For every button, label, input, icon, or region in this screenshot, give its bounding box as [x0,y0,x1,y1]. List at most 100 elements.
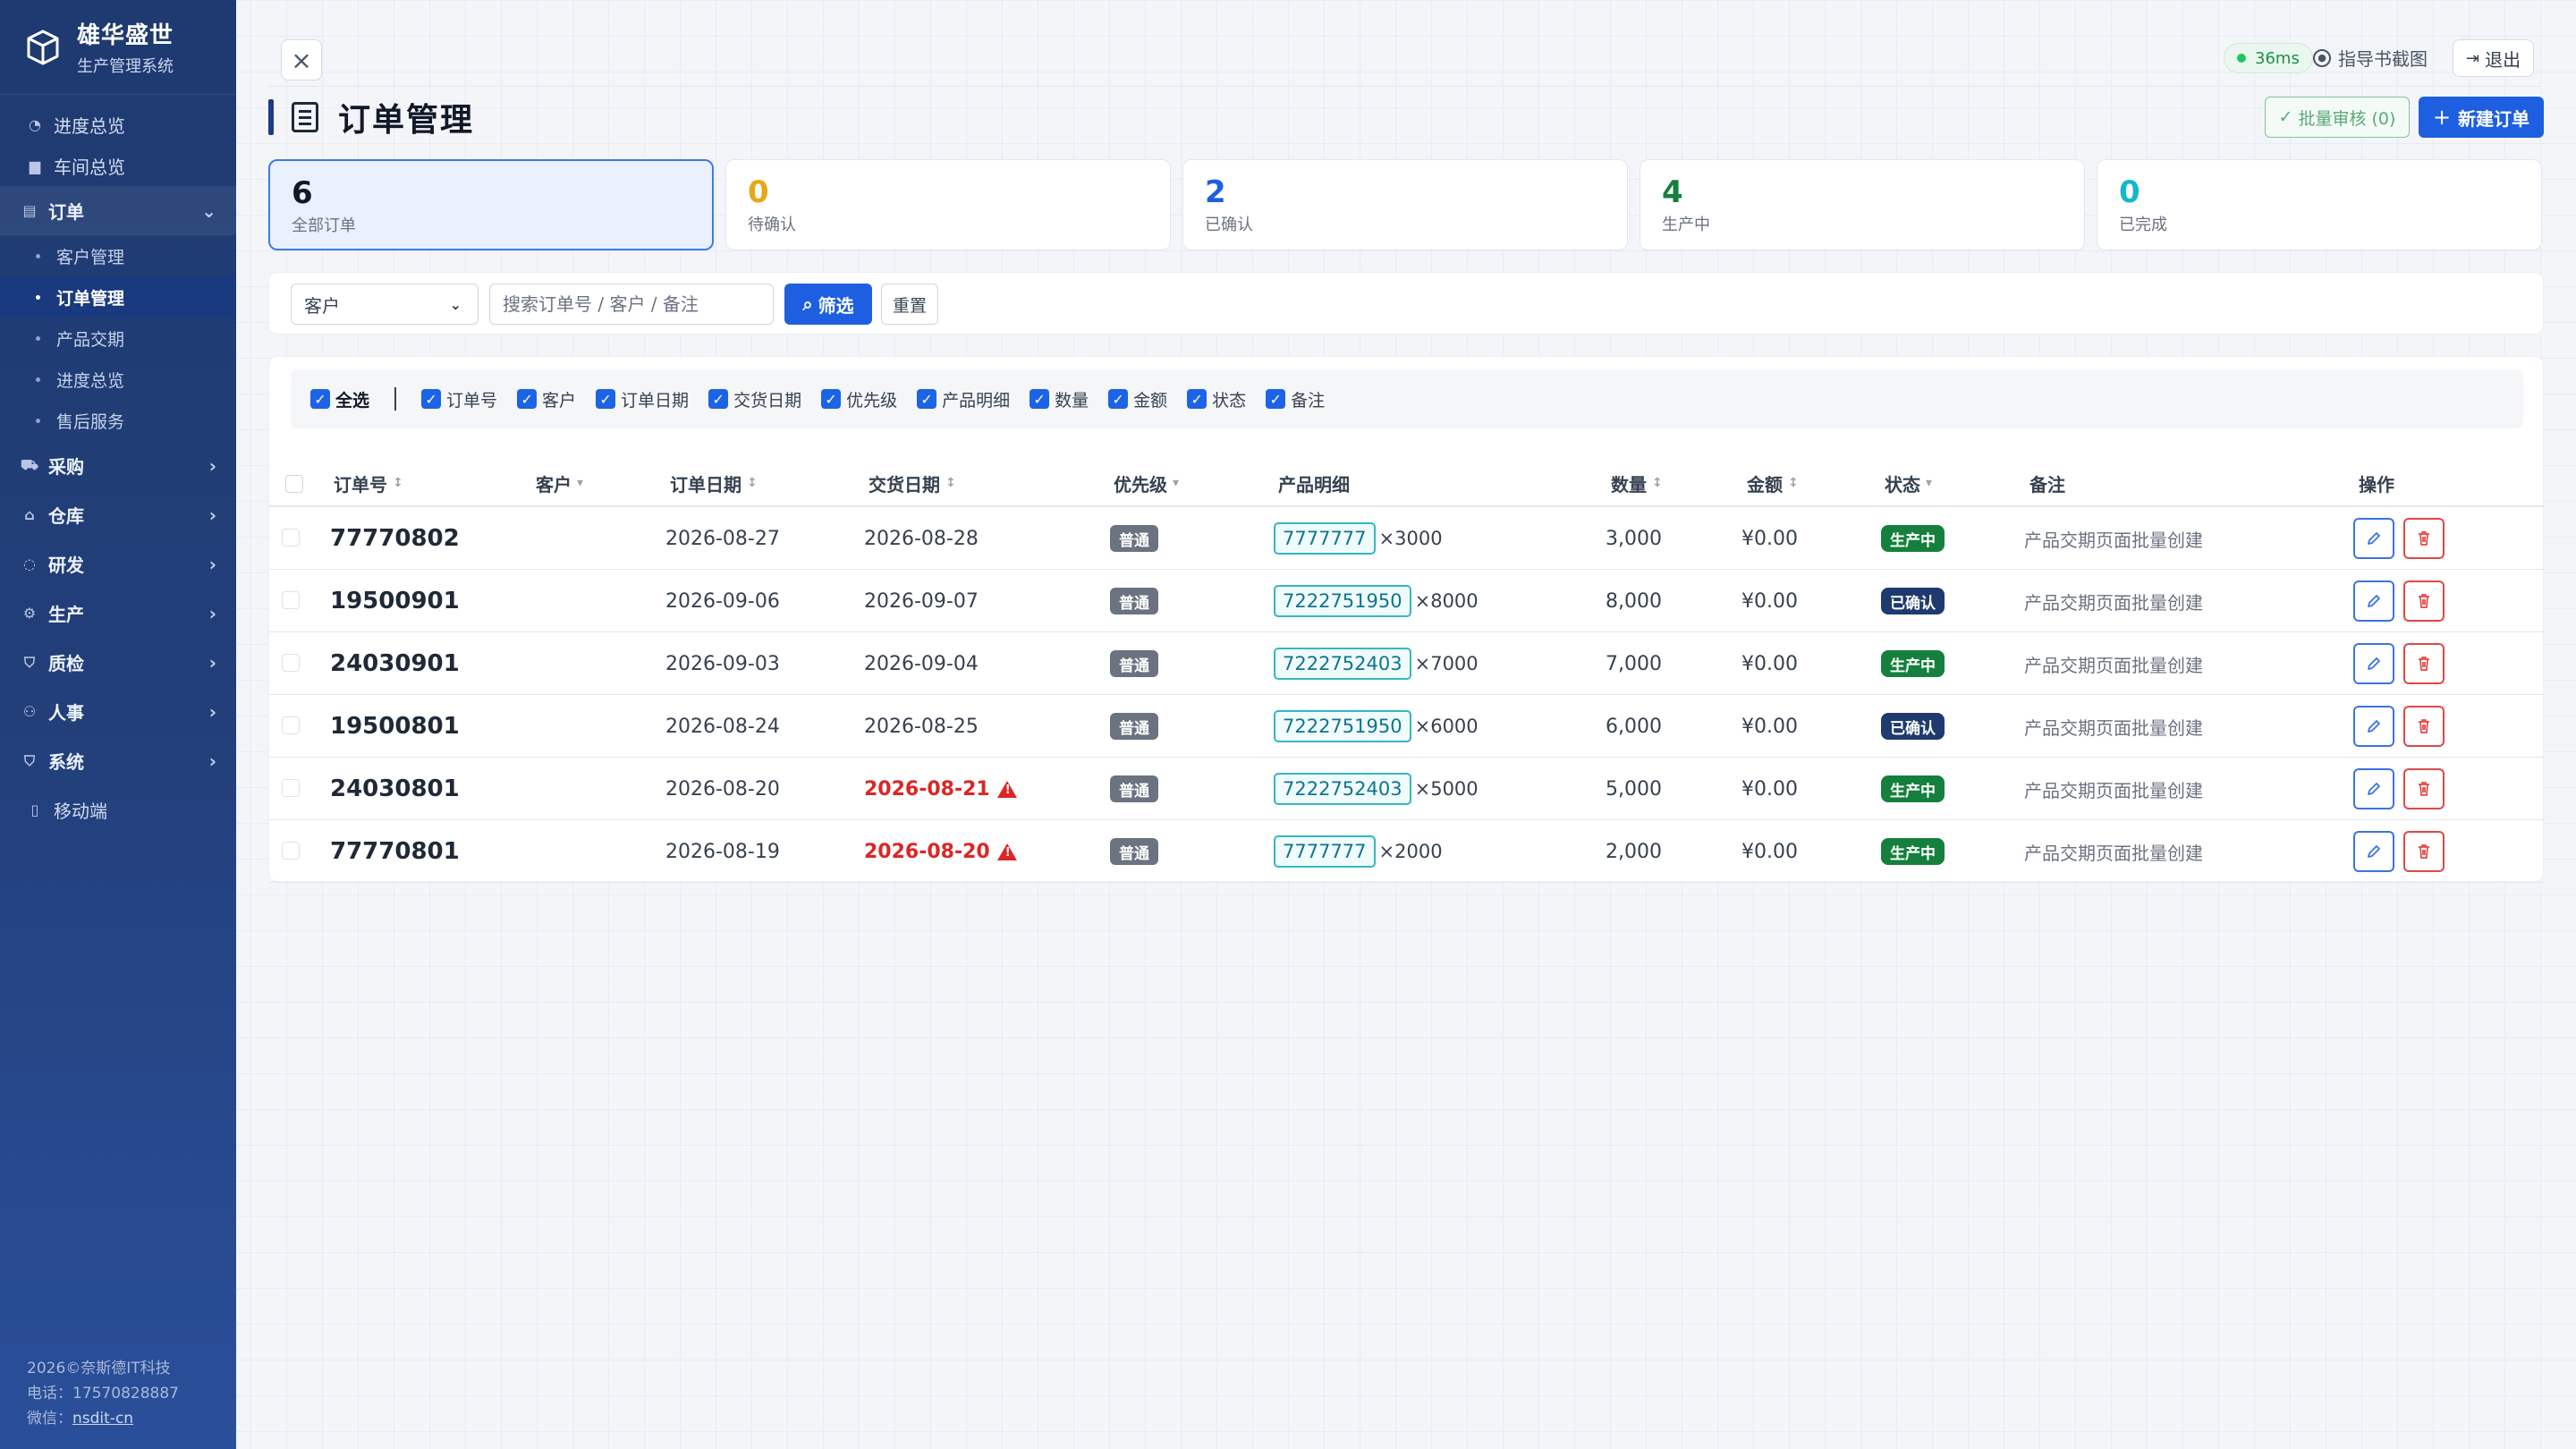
order-table-card: ✓ 全选 ✓ 订单号 ✓ 客户 ✓ 订单日期 ✓ 交货日期 ✓ 优先级 ✓ 产品明细 ✓ 数量 ✓ 金额 ✓ 状态 ✓ 备… [268,356,2545,883]
sidebar-group-qc[interactable]: ⛉ 质检 › [0,638,236,687]
order-number[interactable]: 19500801 [330,695,460,758]
sidebar-group-hr[interactable]: ⚇ 人事 › [0,687,236,736]
column-toggle-checkbox[interactable]: ✓ 备注 [1266,387,1325,411]
priority-cell: 普通 [1110,695,1158,758]
delete-button[interactable] [2403,768,2445,809]
table-row[interactable]: 24030901 2026-09-03 2026-09-04 普通 7222752403… [269,632,2545,695]
sidebar-item-order-management[interactable]: 订单管理 [0,276,236,318]
order-number[interactable]: 24030901 [330,632,460,695]
row-checkbox[interactable] [282,842,300,860]
column-toggle-checkbox[interactable]: ✓ 订单号 [421,387,497,411]
list-icon: ▤ [22,202,37,219]
column-toggle-checkbox[interactable]: ✓ 优先级 [821,387,897,411]
edit-button[interactable] [2353,643,2394,684]
header-priority[interactable]: 优先级 ▾ [1114,461,1179,505]
stat-card[interactable]: 4 生产中 [1640,159,2085,250]
guide-link[interactable]: ● 指导书截图 [2313,45,2428,71]
delete-button[interactable] [2403,580,2445,622]
select-all-columns-checkbox[interactable]: ✓ 全选 [310,387,369,411]
edit-button[interactable] [2353,831,2394,872]
close-button[interactable]: × [281,39,322,80]
product-code-tag[interactable]: 7222752403 [1274,648,1411,680]
row-checkbox[interactable] [282,779,300,797]
sidebar-group-production[interactable]: ⚙ 生产 › [0,589,236,638]
sidebar-item-delivery[interactable]: 产品交期 [0,318,236,359]
edit-button[interactable] [2353,768,2394,809]
filter-button[interactable]: ⌕ 筛选 [784,284,872,325]
product-code-tag[interactable]: 7222751950 [1274,710,1411,742]
sidebar-group-rnd[interactable]: ◌ 研发 › [0,539,236,589]
product-code-tag[interactable]: 7222752403 [1274,773,1411,805]
status-cell: 生产中 [1881,758,1945,820]
sidebar-group-purchase[interactable]: ⛟ 采购 › [0,441,236,490]
warning-icon: ! [996,780,1017,798]
edit-button[interactable] [2353,580,2394,622]
stat-card[interactable]: 6 全部订单 [268,159,714,250]
column-toggle-checkbox[interactable]: ✓ 订单日期 [596,387,689,411]
table-row[interactable]: 77770802 2026-08-27 2026-08-28 普通 7777777 ×30… [269,507,2545,570]
sidebar-group-system[interactable]: ⛉ 系统 › [0,736,236,785]
sidebar-item-mobile[interactable]: ▯ 移动端 [0,789,236,830]
amount: ¥0.00 [1741,840,1798,863]
stat-card[interactable]: 0 待确认 [725,159,1171,250]
row-checkbox[interactable] [282,591,300,609]
product-code-tag[interactable]: 7222751950 [1274,585,1411,617]
logout-button[interactable]: ⇥ 退出 [2453,39,2535,77]
table-row[interactable]: 19500801 2026-08-24 2026-08-25 普通 7222751950… [269,695,2545,758]
order-number[interactable]: 24030801 [330,758,460,820]
table-row[interactable]: 19500901 2026-09-06 2026-09-07 普通 7222751950… [269,570,2545,632]
header-customer[interactable]: 客户 ▾ [536,461,583,505]
sidebar-group-orders[interactable]: ▤ 订单 ⌄ [0,186,236,235]
column-toggle-checkbox[interactable]: ✓ 客户 [517,387,576,411]
status-badge: 已确认 [1881,713,1945,740]
row-checkbox[interactable] [282,654,300,672]
product-multiplier: ×5000 [1414,778,1479,800]
sidebar-item-progress-sub[interactable]: 进度总览 [0,359,236,400]
sidebar-item-workshop[interactable]: ▆ 车间总览 [0,145,236,186]
new-order-button[interactable]: + 新建订单 [2419,97,2544,138]
select-all-rows-checkbox[interactable] [285,475,303,493]
sidebar-item-progress[interactable]: ◔ 进度总览 [0,104,236,145]
edit-button[interactable] [2353,706,2394,747]
checkmark-icon: ✓ [596,389,616,409]
header-qty[interactable]: 数量 ↕ [1611,461,1663,505]
table-row[interactable]: 24030801 2026-08-20 2026-08-21! 普通 722275240… [269,758,2545,820]
checkmark-icon: ✓ [517,389,538,409]
header-order-date[interactable]: 订单日期 ↕ [670,461,758,505]
sidebar-group-label: 仓库 [48,505,84,527]
sidebar-item-aftersales[interactable]: 售后服务 [0,400,236,441]
wechat-link[interactable]: nsdit-cn [72,1410,133,1428]
field-select[interactable]: 客户 ⌄ [291,284,479,325]
table-row[interactable]: 77770801 2026-08-19 2026-08-20! 普通 7777777 ×2… [269,820,2545,883]
header-status[interactable]: 状态 ▾ [1885,461,1932,505]
order-number[interactable]: 77770801 [330,820,460,883]
reset-button[interactable]: 重置 [881,284,938,325]
delete-button[interactable] [2403,831,2445,872]
product-code-tag[interactable]: 7777777 [1274,522,1376,555]
delete-button[interactable] [2403,706,2445,747]
remark: 产品交期页面批量创建 [2024,842,2203,864]
stat-card[interactable]: 0 已完成 [2097,159,2542,250]
row-checkbox[interactable] [282,716,300,734]
sidebar-item-customers[interactable]: 客户管理 [0,235,236,276]
sidebar-group-label: 质检 [48,653,84,674]
header-order-no[interactable]: 订单号 ↕ [334,461,403,505]
stat-card[interactable]: 2 已确认 [1182,159,1628,250]
order-number[interactable]: 19500901 [330,570,460,632]
product-code-tag[interactable]: 7777777 [1274,835,1376,868]
header-delivery-date[interactable]: 交货日期 ↕ [869,461,956,505]
search-input[interactable] [489,284,774,325]
column-toggle-checkbox[interactable]: ✓ 数量 [1030,387,1089,411]
column-toggle-checkbox[interactable]: ✓ 金额 [1108,387,1167,411]
order-number[interactable]: 77770802 [330,507,460,570]
row-checkbox[interactable] [282,529,300,547]
column-toggle-checkbox[interactable]: ✓ 交货日期 [708,387,801,411]
delete-button[interactable] [2403,643,2445,684]
delete-button[interactable] [2403,518,2445,559]
header-amount[interactable]: 金额 ↕ [1747,461,1799,505]
edit-button[interactable] [2353,518,2394,559]
column-toggle-checkbox[interactable]: ✓ 状态 [1187,387,1246,411]
batch-approve-button[interactable]: ✓ 批量审核 (0) [2265,97,2410,138]
sidebar-group-warehouse[interactable]: ⌂ 仓库 › [0,490,236,539]
column-toggle-checkbox[interactable]: ✓ 产品明细 [917,387,1010,411]
